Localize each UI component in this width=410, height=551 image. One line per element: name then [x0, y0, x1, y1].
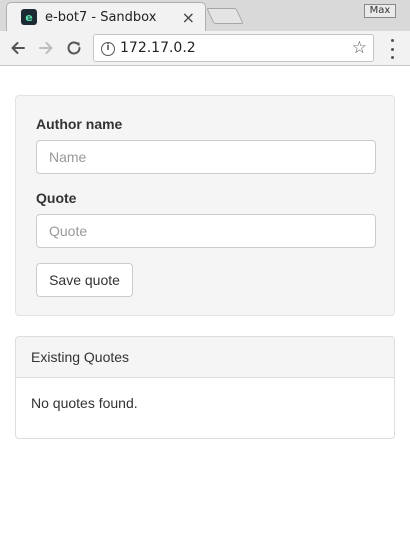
maximize-button[interactable]: Max — [364, 4, 396, 18]
save-quote-button[interactable]: Save quote — [36, 263, 133, 297]
empty-state-message: No quotes found. — [31, 395, 138, 411]
address-bar[interactable]: i 172.17.0.2 ☆ — [93, 34, 374, 62]
browser-tab[interactable]: e e-bot7 - Sandbox × — [6, 2, 206, 31]
panel-heading: Existing Quotes — [16, 337, 394, 378]
kebab-menu-icon[interactable] — [386, 39, 398, 59]
quote-input[interactable] — [36, 214, 376, 248]
back-button[interactable] — [7, 37, 29, 59]
reload-button[interactable] — [63, 37, 85, 59]
tab-title: e-bot7 - Sandbox — [45, 9, 157, 25]
info-icon[interactable]: i — [101, 42, 115, 56]
star-icon[interactable]: ☆ — [352, 38, 367, 58]
quote-form: Author name Quote Save quote — [15, 95, 395, 316]
author-name-input[interactable] — [36, 140, 376, 174]
arrow-left-icon — [11, 42, 25, 54]
reload-icon — [67, 41, 81, 55]
author-name-label: Author name — [36, 116, 123, 132]
new-tab-button[interactable] — [206, 8, 244, 24]
quote-label: Quote — [36, 190, 77, 206]
arrow-right-icon — [39, 42, 53, 54]
url-text[interactable]: 172.17.0.2 — [120, 40, 196, 56]
close-icon[interactable]: × — [182, 8, 195, 27]
browser-toolbar: i 172.17.0.2 ☆ — [0, 31, 410, 66]
tab-strip: e e-bot7 - Sandbox × Max — [0, 0, 410, 31]
existing-quotes-panel: Existing Quotes No quotes found. — [15, 336, 395, 439]
favicon-icon: e — [21, 9, 37, 25]
forward-button[interactable] — [35, 37, 57, 59]
